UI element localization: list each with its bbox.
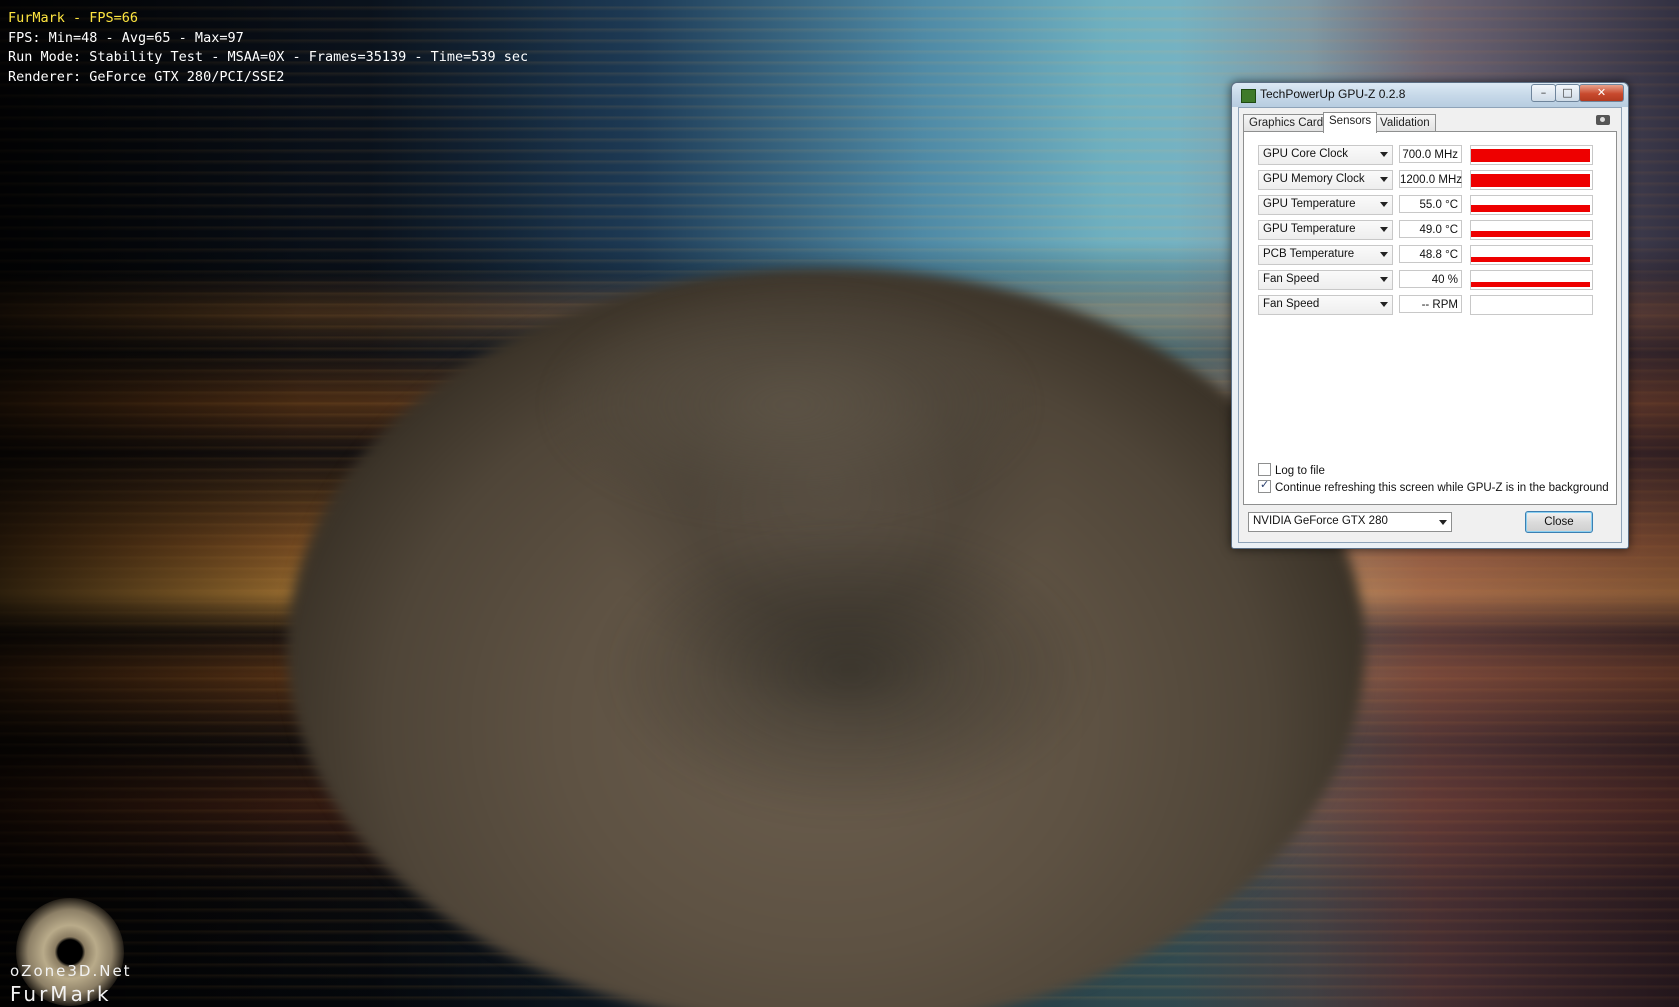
tab-sensors[interactable]: Sensors: [1323, 112, 1378, 133]
sensor-row: GPU Memory Clock 1200.0 MHz: [1258, 170, 1604, 190]
chevron-down-icon: [1380, 152, 1388, 157]
chevron-down-icon: [1380, 277, 1388, 282]
sensor-value: -- RPM: [1399, 295, 1462, 313]
sensor-graph: [1470, 270, 1593, 290]
brand-name: FurMark: [10, 982, 112, 1006]
chevron-down-icon: [1380, 202, 1388, 207]
sensor-graph: [1470, 245, 1593, 265]
sensor-row: PCB Temperature 48.8 °C: [1258, 245, 1604, 265]
chevron-down-icon: [1380, 252, 1388, 257]
sensor-value: 49.0 °C: [1399, 220, 1462, 238]
sensor-graph: [1470, 295, 1593, 315]
sensor-name: Fan Speed: [1263, 273, 1320, 285]
chevron-down-icon: [1439, 520, 1447, 525]
continue-refresh-label: Continue refreshing this screen while GP…: [1275, 482, 1609, 494]
hud-fps-title: FurMark - FPS=66: [8, 10, 139, 26]
sensor-row: GPU Core Clock 700.0 MHz: [1258, 145, 1604, 165]
window-titlebar[interactable]: TechPowerUp GPU-Z 0.2.8 – □ ✕: [1232, 83, 1628, 107]
sensor-graph: [1470, 195, 1593, 215]
sensor-row: Fan Speed 40 %: [1258, 270, 1604, 290]
sensor-graph: [1470, 220, 1593, 240]
brand-site: oZone3D.Net: [10, 962, 132, 980]
sensor-graph-fill: [1471, 174, 1590, 187]
brand-watermark: oZone3D.Net FurMark: [10, 962, 132, 1006]
hud-run-mode: Run Mode: Stability Test - MSAA=0X - Fra…: [8, 49, 529, 65]
continue-refresh-checkbox[interactable]: [1258, 478, 1271, 493]
sensor-row: GPU Temperature 49.0 °C: [1258, 220, 1604, 240]
sensor-graph-fill: [1471, 257, 1590, 262]
gpuz-window: TechPowerUp GPU-Z 0.2.8 – □ ✕ Graphics C…: [1231, 82, 1629, 549]
sensor-value: 55.0 °C: [1399, 195, 1462, 213]
sensor-graph-fill: [1471, 282, 1590, 287]
sensor-type-dropdown[interactable]: GPU Core Clock: [1258, 145, 1393, 165]
sensor-name: PCB Temperature: [1263, 248, 1355, 260]
close-button[interactable]: Close: [1525, 511, 1593, 533]
sensors-panel: GPU Core Clock 700.0 MHz GPU Memory Clock 1…: [1243, 131, 1617, 505]
continue-refresh-option[interactable]: Continue refreshing this screen while GP…: [1258, 478, 1609, 494]
sensor-value: 48.8 °C: [1399, 245, 1462, 263]
sensor-name: GPU Temperature: [1263, 223, 1356, 235]
screenshot-camera-icon[interactable]: [1596, 115, 1610, 125]
sensor-type-dropdown[interactable]: GPU Temperature: [1258, 195, 1393, 215]
sensor-graph-fill: [1471, 231, 1590, 237]
sensor-row: Fan Speed -- RPM: [1258, 295, 1604, 315]
sensor-name: GPU Core Clock: [1263, 148, 1348, 160]
maximize-icon[interactable]: □: [1555, 84, 1580, 102]
sensor-value: 700.0 MHz: [1399, 145, 1462, 163]
chevron-down-icon: [1380, 177, 1388, 182]
tab-validation[interactable]: Validation: [1374, 114, 1436, 132]
fur-donut-hole: [560, 300, 1020, 510]
gpu-select-value: NVIDIA GeForce GTX 280: [1253, 515, 1388, 527]
sensor-graph-fill: [1471, 149, 1590, 162]
chevron-down-icon: [1380, 227, 1388, 232]
sensor-type-dropdown[interactable]: PCB Temperature: [1258, 245, 1393, 265]
close-icon[interactable]: ✕: [1579, 84, 1624, 102]
log-to-file-option[interactable]: Log to file: [1258, 463, 1325, 477]
hud-renderer: Renderer: GeForce GTX 280/PCI/SSE2: [8, 68, 285, 85]
gpu-select-dropdown[interactable]: NVIDIA GeForce GTX 280: [1248, 512, 1452, 532]
sensor-row: GPU Temperature 55.0 °C: [1258, 195, 1604, 215]
log-to-file-checkbox[interactable]: [1258, 463, 1271, 476]
gpuz-app-icon: [1241, 89, 1256, 103]
sensor-name: Fan Speed: [1263, 298, 1320, 310]
sensor-type-dropdown[interactable]: Fan Speed: [1258, 295, 1393, 315]
sensor-graph: [1470, 145, 1593, 165]
sensor-type-dropdown[interactable]: GPU Memory Clock: [1258, 170, 1393, 190]
sensor-value: 1200.0 MHz: [1399, 170, 1462, 188]
fur-donut-shadow: [600, 520, 1100, 820]
hud-fps-stats: FPS: Min=48 - Avg=65 - Max=97: [8, 29, 244, 46]
sensor-type-dropdown[interactable]: GPU Temperature: [1258, 220, 1393, 240]
sensor-graph: [1470, 170, 1593, 190]
sensor-type-dropdown[interactable]: Fan Speed: [1258, 270, 1393, 290]
chevron-down-icon: [1380, 302, 1388, 307]
sensor-value: 40 %: [1399, 270, 1462, 288]
log-to-file-label: Log to file: [1275, 465, 1325, 477]
window-title: TechPowerUp GPU-Z 0.2.8: [1260, 87, 1406, 101]
sensor-name: GPU Temperature: [1263, 198, 1356, 210]
sensor-name: GPU Memory Clock: [1263, 173, 1365, 185]
sensor-graph-fill: [1471, 205, 1590, 212]
tab-graphics-card[interactable]: Graphics Card: [1243, 114, 1330, 132]
fps-overlay: FurMark - FPS=66 FPS: Min=48 - Avg=65 - …: [8, 9, 528, 87]
window-client-area: Graphics Card Sensors Validation GPU Cor…: [1238, 107, 1622, 543]
minimize-icon[interactable]: –: [1531, 84, 1556, 102]
